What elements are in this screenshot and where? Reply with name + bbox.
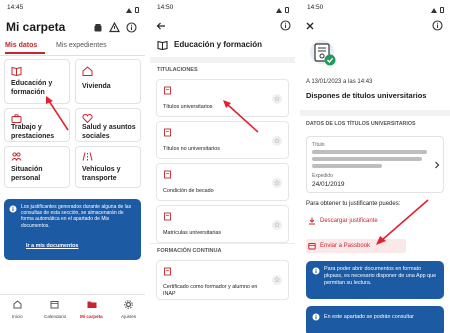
- folder-icon: [87, 301, 97, 308]
- screen-titulos-detalle: 14:50 A 13/01/2023 a las 14:43 Dispones …: [300, 0, 450, 333]
- info-box: Los justificantes generados durante algu…: [4, 199, 141, 260]
- info-text: Los justificantes generados durante algu…: [21, 204, 132, 229]
- nav-ajustes[interactable]: Ajustes: [112, 297, 145, 333]
- calendar-icon: [50, 301, 59, 309]
- nav-label: Inicio: [12, 314, 23, 319]
- mis-documentos-link[interactable]: Ir a mis documentos: [26, 243, 78, 249]
- home-icon: [13, 300, 22, 309]
- info-box-pkpass: Para poder abrir documentos en formato p…: [306, 261, 444, 299]
- nav-calendario[interactable]: Calendario: [36, 297, 72, 333]
- screen-educacion: 14:50 Educación y formación TITULACIONES…: [150, 0, 295, 333]
- nav-label: Calendario: [44, 314, 67, 319]
- gear-icon: [124, 300, 133, 309]
- info-box-apartado: En este apartado se podrán consultar: [306, 306, 444, 333]
- annotation-arrow: [46, 96, 69, 131]
- annotation-arrow: [223, 100, 259, 133]
- info-icon: [9, 205, 17, 213]
- info-text-pkpass: Para poder abrir documentos en formato p…: [324, 266, 437, 286]
- info-icon: [312, 267, 320, 275]
- screen-mi-carpeta: 14:45 Mi carpeta Mis datos Mis expedient…: [0, 0, 145, 333]
- info-text-apartado: En este apartado se podrán consultar: [324, 314, 414, 320]
- nav-label: Ajustes: [121, 314, 137, 319]
- info-icon: [312, 313, 320, 321]
- nav-label: Mi carpeta: [80, 314, 103, 319]
- nav-mi-carpeta[interactable]: Mi carpeta: [72, 297, 112, 333]
- nav-inicio[interactable]: Inicio: [0, 297, 36, 333]
